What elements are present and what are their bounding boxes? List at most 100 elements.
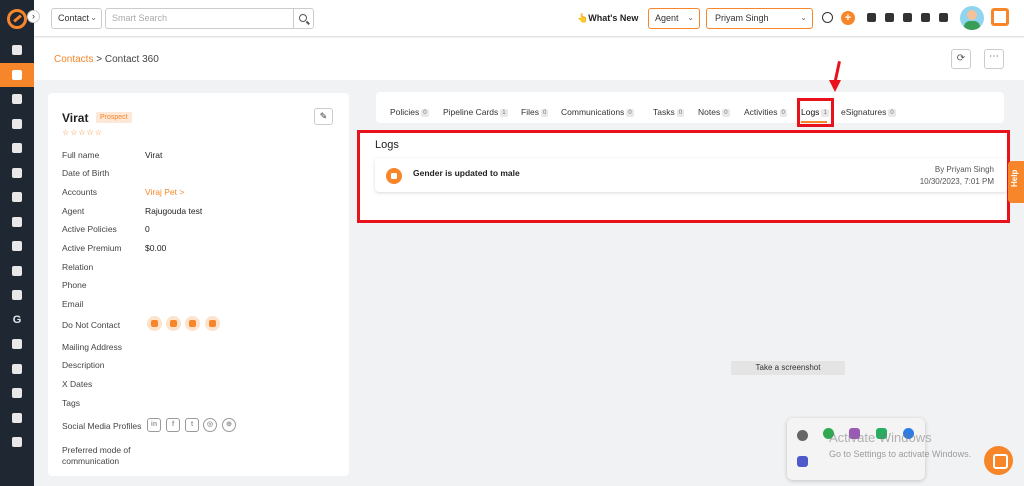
calculator-icon[interactable] xyxy=(939,13,948,22)
whats-new-link[interactable]: 👆What's New xyxy=(577,13,638,24)
chat-icon[interactable] xyxy=(885,13,894,22)
email-icon[interactable] xyxy=(147,316,162,331)
sidebar-item-analytics[interactable] xyxy=(0,259,34,284)
sidebar-item-documents[interactable] xyxy=(0,87,34,112)
status-badge: Prospect xyxy=(96,112,132,123)
tab-policies[interactable]: Policies 0 xyxy=(390,107,429,117)
chat-widget-button[interactable] xyxy=(984,446,1013,475)
tab-esignatures[interactable]: eSignatures 0 xyxy=(841,107,896,117)
bar-chart-icon xyxy=(12,265,22,276)
role-select[interactable]: Agent ⌄ xyxy=(648,8,700,29)
google-icon: G xyxy=(12,313,22,326)
tab-count: 0 xyxy=(779,108,787,117)
megaphone-icon xyxy=(12,216,22,227)
tab-pipeline-cards[interactable]: Pipeline Cards 1 xyxy=(443,107,508,117)
sidebar-item-profile[interactable] xyxy=(0,161,34,186)
calendar-icon xyxy=(12,363,22,374)
add-icon[interactable]: + xyxy=(841,11,855,25)
sidebar-item-google[interactable]: G xyxy=(0,308,34,333)
smart-search-input[interactable]: Smart Search xyxy=(105,8,293,29)
sidebar-item-reports[interactable] xyxy=(0,234,34,259)
sun-icon[interactable] xyxy=(205,316,220,331)
field-label: Full name xyxy=(62,150,100,160)
search-button[interactable] xyxy=(293,8,314,29)
sidebar-item-institution[interactable] xyxy=(0,112,34,137)
collapse-sidebar-icon[interactable]: › xyxy=(27,10,40,23)
tab-communications[interactable]: Communications 0 xyxy=(561,107,634,117)
twitter-icon[interactable]: t xyxy=(185,418,199,432)
account-link[interactable]: Viraj Pet > xyxy=(145,187,184,197)
sidebar-item-mail[interactable] xyxy=(0,381,34,406)
edit-contact-button[interactable]: ✎ xyxy=(314,108,333,125)
refresh-button[interactable]: ⟳ xyxy=(951,49,971,69)
highlight-logs-tab xyxy=(797,98,834,127)
documents-icon xyxy=(12,94,22,105)
bell-icon[interactable] xyxy=(867,13,876,22)
top-bar: Contact ⌄ Smart Search 👆What's New Agent… xyxy=(34,0,1024,37)
tab-notes[interactable]: Notes 0 xyxy=(698,107,730,117)
sidebar-item-signature[interactable] xyxy=(0,406,34,431)
sidebar-item-contacts[interactable] xyxy=(0,62,34,87)
field-label: Tags xyxy=(62,398,80,408)
cloud-icon[interactable] xyxy=(797,430,808,441)
help-tab[interactable]: Help xyxy=(1008,161,1024,203)
teams-icon[interactable] xyxy=(797,456,808,467)
contact-name: Virat xyxy=(62,111,89,125)
signature-icon xyxy=(12,412,22,423)
user-select-value: Priyam Singh xyxy=(715,13,769,23)
sidebar-item-billing[interactable] xyxy=(0,430,34,455)
linkedin-icon[interactable]: in xyxy=(147,418,161,432)
field-label: Date of Birth xyxy=(62,168,110,178)
checklist-icon xyxy=(12,339,22,350)
phone-icon[interactable] xyxy=(185,316,200,331)
tab-count: 0 xyxy=(626,108,634,117)
role-select-value: Agent xyxy=(655,13,679,23)
chat-icon[interactable] xyxy=(166,316,181,331)
rating-stars[interactable]: ☆☆☆☆☆ xyxy=(62,128,103,137)
user-select[interactable]: Priyam Singh ⌄ xyxy=(706,8,813,29)
logout-icon[interactable] xyxy=(903,13,912,22)
tab-tasks[interactable]: Tasks 0 xyxy=(653,107,685,117)
activate-windows-subtitle: Go to Settings to activate Windows. xyxy=(829,449,972,459)
screenshot-tooltip: Take a screenshot xyxy=(731,361,845,375)
more-options-button[interactable]: ⋯ xyxy=(984,49,1004,69)
bank-icon xyxy=(12,118,22,129)
tab-label: Notes xyxy=(698,107,721,117)
mail-icon xyxy=(12,388,22,399)
sidebar-item-dashboard[interactable] xyxy=(0,38,34,63)
globe-icon[interactable]: ⊕ xyxy=(222,418,236,432)
sidebar-item-campaigns[interactable] xyxy=(0,210,34,235)
tab-label: Pipeline Cards xyxy=(443,107,499,117)
brand-icon[interactable] xyxy=(991,8,1009,26)
tab-count: 0 xyxy=(888,108,896,117)
field-label: Description xyxy=(62,360,105,370)
help-label: Help xyxy=(1010,169,1019,187)
search-type-select[interactable]: Contact ⌄ xyxy=(51,8,102,29)
tab-files[interactable]: Files 0 xyxy=(521,107,549,117)
tab-activities[interactable]: Activities 0 xyxy=(744,107,787,117)
sidebar-item-files[interactable] xyxy=(0,283,34,308)
sidebar-item-calculator[interactable] xyxy=(0,136,34,161)
breadcrumb-current: Contact 360 xyxy=(104,54,159,65)
phone-icon[interactable] xyxy=(921,13,930,22)
arrow-head-icon xyxy=(829,80,841,92)
user-avatar[interactable] xyxy=(960,6,984,30)
facebook-icon[interactable]: f xyxy=(166,418,180,432)
id-card-icon xyxy=(12,167,22,178)
field-label: Do Not Contact xyxy=(62,320,121,330)
field-value-full-name: Virat xyxy=(145,150,163,160)
tab-label: Communications xyxy=(561,107,625,117)
breadcrumb-contacts-link[interactable]: Contacts xyxy=(54,54,93,65)
sidebar-item-calendar[interactable] xyxy=(0,357,34,382)
field-label: Active Premium xyxy=(62,243,122,253)
dashboard-icon xyxy=(12,45,22,56)
sidebar-item-tasks[interactable] xyxy=(0,332,34,357)
contact-profile-card: Virat Prospect ☆☆☆☆☆ ✎ Full name Virat D… xyxy=(48,93,349,476)
field-label: Active Policies xyxy=(62,224,117,234)
field-label: Relation xyxy=(62,262,94,272)
sidebar-item-pipeline[interactable] xyxy=(0,185,34,210)
sync-icon[interactable] xyxy=(822,12,833,23)
field-label: Mailing Address xyxy=(62,342,123,352)
instagram-icon[interactable]: ◎ xyxy=(203,418,217,432)
highlight-logs-panel xyxy=(357,130,1010,223)
